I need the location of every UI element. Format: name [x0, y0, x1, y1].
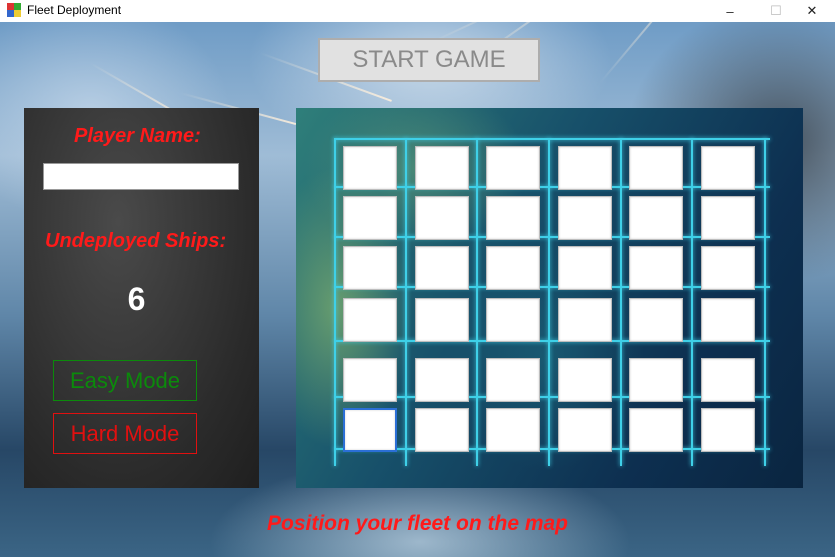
grid-line [334, 138, 770, 140]
grid-cell-r6-c1[interactable] [343, 408, 397, 452]
minimize-button[interactable]: – [707, 0, 753, 22]
grid-cell-r2-c5[interactable] [629, 196, 683, 240]
grid-cell-r4-c3[interactable] [486, 298, 540, 342]
grid-cell-r5-c1[interactable] [343, 358, 397, 402]
grid-cell-r3-c2[interactable] [415, 246, 469, 290]
grid-cell-r6-c3[interactable] [486, 408, 540, 452]
grid-cell-r2-c2[interactable] [415, 196, 469, 240]
title-bar: Fleet Deployment – ☐ ✕ [0, 0, 835, 22]
app-icon [7, 3, 21, 17]
grid-cell-r4-c1[interactable] [343, 298, 397, 342]
grid-line [548, 138, 550, 466]
undeployed-ships-count: 6 [127, 281, 146, 317]
grid-cell-r3-c1[interactable] [343, 246, 397, 290]
grid-cell-r5-c4[interactable] [558, 358, 612, 402]
grid-cell-r3-c3[interactable] [486, 246, 540, 290]
grid-cell-r3-c4[interactable] [558, 246, 612, 290]
grid-line [334, 138, 336, 466]
grid-cell-r1-c5[interactable] [629, 146, 683, 190]
grid-cell-r4-c2[interactable] [415, 298, 469, 342]
grid-cell-r4-c5[interactable] [629, 298, 683, 342]
grid-cell-r1-c3[interactable] [486, 146, 540, 190]
grid-cell-r6-c6[interactable] [701, 408, 755, 452]
grid-line [476, 138, 478, 466]
player-name-input[interactable] [43, 163, 239, 190]
grid-cell-r4-c6[interactable] [701, 298, 755, 342]
grid-line [691, 138, 693, 466]
grid-cell-r2-c4[interactable] [558, 196, 612, 240]
grid-cell-r3-c5[interactable] [629, 246, 683, 290]
grid-cell-r1-c1[interactable] [343, 146, 397, 190]
player-panel: Player Name: Undeployed Ships: 6 Easy Mo… [24, 108, 259, 488]
player-name-label: Player Name: [74, 125, 201, 147]
hard-mode-button[interactable]: Hard Mode [53, 413, 197, 454]
undeployed-ships-label: Undeployed Ships: [45, 230, 227, 252]
grid-cell-r5-c5[interactable] [629, 358, 683, 402]
grid-cell-r2-c3[interactable] [486, 196, 540, 240]
start-game-button[interactable]: START GAME [318, 38, 540, 82]
grid-cell-r1-c4[interactable] [558, 146, 612, 190]
close-button[interactable]: ✕ [789, 0, 835, 22]
grid-line [620, 138, 622, 466]
grid-cell-r5-c3[interactable] [486, 358, 540, 402]
grid-line [764, 138, 766, 466]
grid-cell-r3-c6[interactable] [701, 246, 755, 290]
grid-line [405, 138, 407, 466]
grid-cell-r6-c5[interactable] [629, 408, 683, 452]
grid-cell-r2-c1[interactable] [343, 196, 397, 240]
grid-cell-r6-c2[interactable] [415, 408, 469, 452]
grid-cell-r6-c4[interactable] [558, 408, 612, 452]
grid-cell-r5-c2[interactable] [415, 358, 469, 402]
grid-cell-r2-c6[interactable] [701, 196, 755, 240]
grid-cell-r1-c6[interactable] [701, 146, 755, 190]
window-title: Fleet Deployment [27, 3, 122, 17]
map-panel [296, 108, 803, 488]
easy-mode-button[interactable]: Easy Mode [53, 360, 197, 401]
grid-cell-r5-c6[interactable] [701, 358, 755, 402]
grid-cell-r1-c2[interactable] [415, 146, 469, 190]
grid-cell-r4-c4[interactable] [558, 298, 612, 342]
status-message: Position your fleet on the map [266, 512, 569, 535]
